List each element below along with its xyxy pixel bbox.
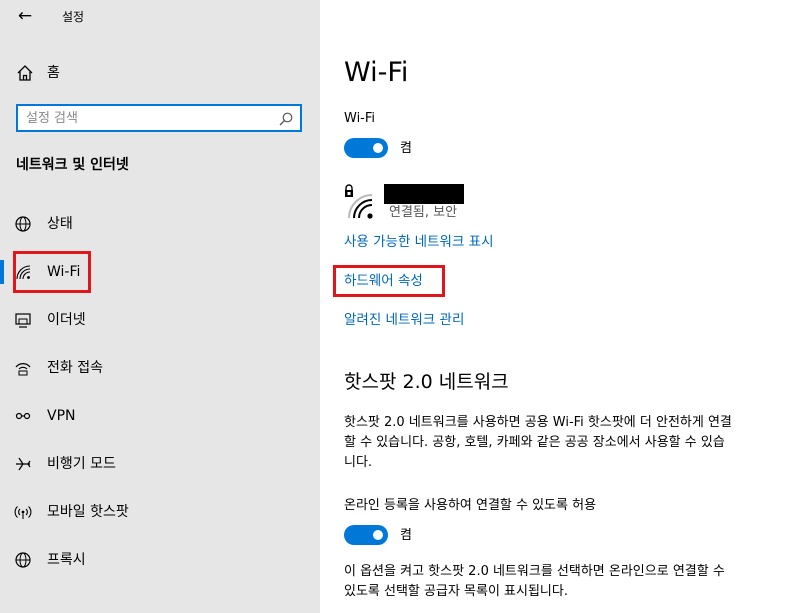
network-status: 연결됨, 보안: [389, 205, 458, 220]
sidebar-item-label: 전화 접속: [47, 360, 103, 376]
network-name-redacted: [384, 184, 464, 204]
sidebar-item-proxy[interactable]: 프록시: [0, 540, 320, 580]
hotspot-icon: [14, 506, 32, 519]
manage-known-networks-link[interactable]: 알려진 네트워크 관리: [344, 311, 464, 329]
back-arrow-icon[interactable]: ←: [14, 6, 36, 28]
sidebar-item-ethernet[interactable]: 이더넷: [0, 300, 320, 340]
app-title: 설정: [62, 10, 85, 24]
online-signup-label: 온라인 등록을 사용하여 연결할 수 있도록 허용: [344, 498, 597, 513]
airplane-icon: [16, 457, 31, 471]
wifi-label: Wi-Fi: [344, 111, 376, 126]
show-available-networks-link[interactable]: 사용 가능한 네트워크 표시: [344, 233, 494, 251]
search-box[interactable]: [16, 104, 302, 132]
home-nav-item[interactable]: 홈: [0, 58, 320, 88]
online-signup-toggle-state: 켬: [400, 528, 412, 543]
sidebar-item-status[interactable]: 상태: [0, 204, 320, 244]
sidebar-item-vpn[interactable]: VPN: [0, 396, 320, 436]
description-line: 니다.: [344, 455, 373, 470]
wifi-toggle-state: 켬: [400, 141, 412, 156]
hotspot-description: 핫스팟 2.0 네트워크를 사용하면 공용 Wi-Fi 핫스팟에 더 안전하게 …: [344, 413, 794, 473]
sidebar-item-label: Wi-Fi: [47, 264, 81, 280]
dialup-icon: [15, 363, 31, 376]
sidebar-item-label: 비행기 모드: [47, 456, 116, 472]
sidebar-item-label: VPN: [47, 408, 76, 424]
main-content: [320, 0, 809, 613]
hardware-properties-link[interactable]: 하드웨어 속성: [344, 272, 423, 290]
sidebar-item-label: 상태: [47, 216, 73, 232]
search-icon[interactable]: [278, 111, 294, 127]
wifi-icon: [16, 265, 31, 280]
home-icon: [17, 65, 33, 81]
sidebar-item-label: 이더넷: [47, 312, 86, 328]
home-label: 홈: [47, 65, 60, 81]
description-line: 있도록 선택할 공급자 목록이 표시됩니다.: [344, 584, 568, 599]
sidebar-item-mobile-hotspot[interactable]: 모바일 핫스팟: [0, 492, 320, 532]
description-line: 핫스팟 2.0 네트워크를 사용하면 공용 Wi-Fi 핫스팟에 더 안전하게 …: [344, 415, 732, 430]
ethernet-icon: [15, 313, 31, 328]
vpn-icon: [15, 412, 31, 420]
sidebar-item-airplane[interactable]: 비행기 모드: [0, 444, 320, 484]
description-line: 이 옵션을 켜고 핫스팟 2.0 네트워크를 선택하면 온라인으로 연결할 수: [344, 564, 725, 579]
sidebar: ← 설정 홈 네트워크 및 인터넷 상태 Wi-Fi: [0, 0, 320, 613]
hotspot-section-heading: 핫스팟 2.0 네트워크: [344, 371, 509, 393]
search-input[interactable]: [26, 108, 266, 128]
proxy-globe-icon: [15, 552, 31, 568]
sidebar-item-dialup[interactable]: 전화 접속: [0, 348, 320, 388]
online-signup-toggle[interactable]: [344, 525, 388, 545]
wifi-toggle[interactable]: [344, 138, 388, 158]
description-line: 할 수 있습니다. 공항, 호텔, 카페와 같은 공공 장소에서 사용할 수 있…: [344, 435, 725, 450]
sidebar-item-label: 모바일 핫스팟: [47, 504, 129, 520]
sidebar-item-label: 프록시: [47, 552, 86, 568]
section-heading: 네트워크 및 인터넷: [16, 157, 129, 173]
page-title: Wi-Fi: [344, 57, 409, 88]
sidebar-item-wifi[interactable]: Wi-Fi: [0, 252, 320, 292]
wifi-signal-icon: [348, 194, 373, 219]
active-indicator: [0, 260, 4, 284]
toggle-knob: [373, 143, 383, 153]
toggle-knob: [373, 530, 383, 540]
status-globe-icon: [15, 216, 31, 232]
option-description: 이 옵션을 켜고 핫스팟 2.0 네트워크를 선택하면 온라인으로 연결할 수 …: [344, 562, 794, 602]
